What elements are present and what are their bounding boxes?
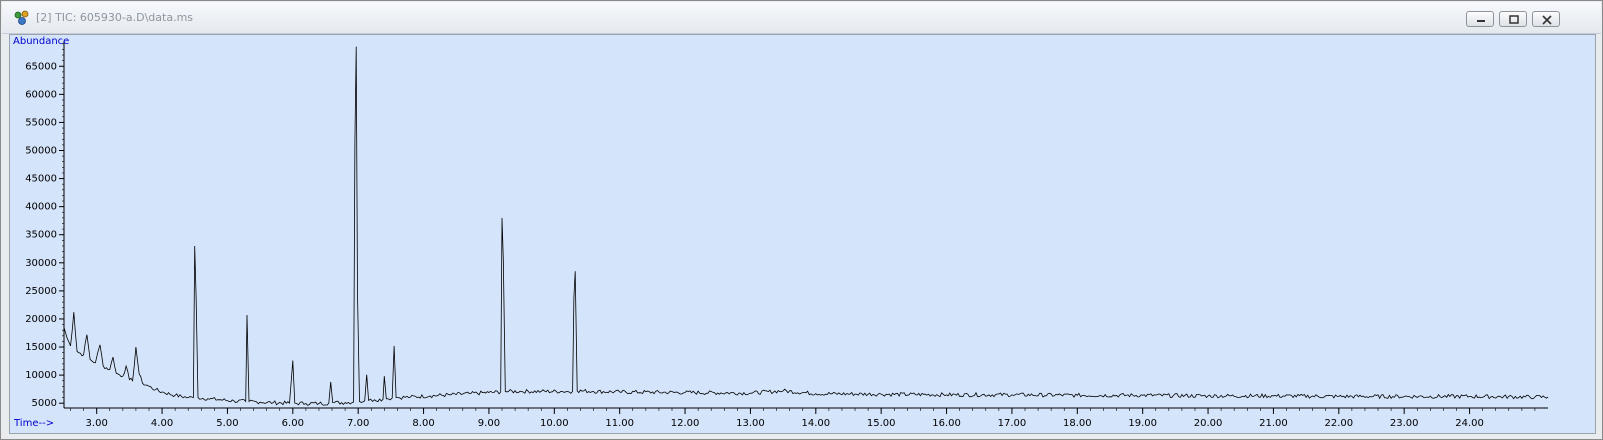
x-tick-label: 20.00 [1194, 418, 1223, 429]
x-tick-label: 15.00 [867, 418, 896, 429]
x-tick-label: 4.00 [151, 418, 173, 429]
x-axis-label: Time--> [13, 418, 54, 429]
x-tick-label: 9.00 [478, 418, 500, 429]
y-tick-label: 55000 [25, 117, 57, 128]
chromatogram-plot[interactable]: 5000 10000 15000 20000 25000 30000 35000 40000 4… [9, 34, 1596, 434]
chromatogram-chart[interactable]: 5000 10000 15000 20000 25000 30000 35000 40000 4… [10, 35, 1595, 433]
y-tick-label: 45000 [25, 174, 57, 185]
y-tick-label: 25000 [25, 286, 57, 297]
x-tick-label: 14.00 [801, 418, 830, 429]
x-tick-label: 22.00 [1324, 418, 1353, 429]
y-tick-label: 50000 [25, 146, 57, 157]
window-title: [2] TIC: 605930-a.D\data.ms [36, 11, 194, 24]
y-axis-label: Abundance [13, 36, 69, 47]
y-tick-label: 10000 [25, 370, 57, 381]
y-tick-label: 60000 [25, 89, 57, 100]
y-tick-label: 5000 [32, 398, 57, 409]
tic-trace [63, 46, 1549, 406]
chromatogram-window: [2] TIC: 605930-a.D\data.ms 5000 10000 150… [0, 0, 1603, 440]
close-button[interactable] [1532, 11, 1560, 27]
x-tick-label: 17.00 [998, 418, 1027, 429]
close-icon [1542, 15, 1552, 25]
x-tick-label: 23.00 [1390, 418, 1419, 429]
restore-icon [1509, 15, 1519, 24]
x-tick-label: 16.00 [932, 418, 961, 429]
y-tick-label: 65000 [25, 61, 57, 72]
chemstation-molecule-icon [14, 10, 29, 25]
x-tick-label: 19.00 [1128, 418, 1157, 429]
x-tick-label: 5.00 [216, 418, 238, 429]
x-tick-label: 10.00 [540, 418, 569, 429]
x-tick-label: 24.00 [1455, 418, 1484, 429]
x-tick-label: 11.00 [605, 418, 634, 429]
x-tick-label: 18.00 [1063, 418, 1092, 429]
x-tick-label: 8.00 [412, 418, 434, 429]
x-tick-label: 3.00 [86, 418, 108, 429]
y-tick-label: 30000 [25, 258, 57, 269]
minimize-icon [1477, 20, 1485, 22]
y-tick-label: 40000 [25, 202, 57, 213]
x-tick-label: 21.00 [1259, 418, 1288, 429]
restore-button[interactable] [1499, 11, 1527, 27]
window-titlebar[interactable]: [2] TIC: 605930-a.D\data.ms [2, 2, 1601, 34]
x-tick-label: 7.00 [347, 418, 369, 429]
y-tick-label: 35000 [25, 230, 57, 241]
y-tick-label: 15000 [25, 342, 57, 353]
minimize-button[interactable] [1466, 11, 1494, 27]
x-tick-label: 6.00 [282, 418, 304, 429]
y-tick-label: 20000 [25, 314, 57, 325]
x-tick-label: 13.00 [736, 418, 765, 429]
x-tick-label: 12.00 [671, 418, 700, 429]
